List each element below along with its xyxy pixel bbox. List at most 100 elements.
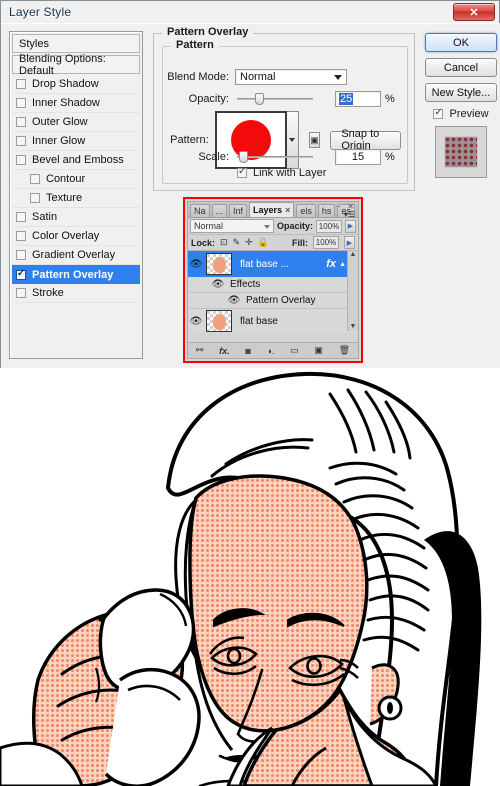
scale-slider-knob[interactable] xyxy=(239,151,248,163)
checkbox-preview[interactable] xyxy=(433,107,444,119)
new-layer-icon[interactable]: ▣ xyxy=(314,345,323,356)
opacity-input[interactable]: 25 xyxy=(335,91,381,107)
list-item[interactable]: 👁 Pattern Overlay xyxy=(188,293,358,309)
fx-icon[interactable]: fx xyxy=(326,258,336,270)
fill-stepper[interactable]: ▶ xyxy=(344,236,355,249)
panel-menu-icon[interactable]: ▾☰ xyxy=(344,210,355,219)
cancel-button[interactable]: Cancel xyxy=(425,58,497,77)
opacity-slider[interactable] xyxy=(237,93,313,105)
eye-icon[interactable]: 👁 xyxy=(188,259,204,270)
style-item-bevel-and-emboss[interactable]: Bevel and Emboss xyxy=(12,151,140,170)
scroll-down-icon[interactable]: ▼ xyxy=(348,323,358,330)
checkbox-bevel-and-emboss[interactable] xyxy=(16,155,26,165)
checkbox-stroke[interactable] xyxy=(16,288,26,298)
checkbox-inner-shadow[interactable] xyxy=(16,98,26,108)
style-item-stroke[interactable]: Stroke xyxy=(12,284,140,303)
checkbox-satin[interactable] xyxy=(16,212,26,222)
adjustment-icon[interactable]: ◑. xyxy=(267,346,275,356)
lock-all-icon[interactable]: 🔒 xyxy=(258,237,269,248)
scroll-up-icon[interactable]: ▲ xyxy=(348,251,358,258)
layer-thumbnail xyxy=(206,253,232,275)
tab-info[interactable]: Inf xyxy=(229,204,248,217)
lock-image-icon[interactable]: ✎ xyxy=(233,237,241,248)
style-item-color-overlay[interactable]: Color Overlay xyxy=(12,227,140,246)
tab-layers[interactable]: Layers × xyxy=(249,202,295,217)
fill-input[interactable]: 100% xyxy=(313,236,339,249)
style-item-pattern-overlay[interactable]: Pattern Overlay xyxy=(12,265,140,284)
layers-blend-row: Normal Opacity: 100% ▶ xyxy=(188,218,358,235)
mask-icon[interactable]: ◙ xyxy=(245,346,250,356)
checkbox-link-with-layer[interactable] xyxy=(237,166,247,178)
tab-paths[interactable]: hs xyxy=(317,204,336,217)
checkbox-drop-shadow[interactable] xyxy=(16,79,26,89)
blend-mode-label: Blend Mode: xyxy=(167,71,229,83)
scale-unit: % xyxy=(385,151,395,163)
eye-icon[interactable]: 👁 xyxy=(210,279,226,290)
eye-icon[interactable]: 👁 xyxy=(226,295,242,306)
eye-icon[interactable]: 👁 xyxy=(188,316,204,327)
style-label: Inner Glow xyxy=(32,135,86,147)
thumbnail-shape xyxy=(213,257,226,273)
styles-header[interactable]: Styles xyxy=(12,34,140,53)
preview-thumbnail xyxy=(435,126,487,178)
layers-panel-highlight: Na ... Inf Layers × els hs es – ✕ ▾☰ Nor… xyxy=(183,197,363,363)
checkbox-color-overlay[interactable] xyxy=(16,231,26,241)
blending-options-item[interactable]: Blending Options: Default xyxy=(12,53,140,77)
layers-scrollbar[interactable]: ▲ ▼ xyxy=(347,251,358,331)
style-label: Drop Shadow xyxy=(32,78,99,90)
close-button[interactable]: ✕ xyxy=(453,3,495,21)
style-item-drop-shadow[interactable]: Drop Shadow xyxy=(12,75,140,94)
lock-transparent-icon[interactable]: ⊡ xyxy=(220,237,228,248)
style-item-satin[interactable]: Satin xyxy=(12,208,140,227)
layers-panel-tabs: Na ... Inf Layers × els hs es – ✕ ▾☰ xyxy=(188,202,358,219)
checkbox-inner-glow[interactable] xyxy=(16,136,26,146)
scale-input[interactable]: 15 xyxy=(335,149,381,165)
list-item[interactable]: 👁 Effects xyxy=(188,277,358,293)
checkbox-texture[interactable] xyxy=(30,193,40,203)
layers-blend-mode-select[interactable]: Normal xyxy=(190,219,274,233)
tab-channels[interactable]: els xyxy=(296,204,316,217)
group-icon[interactable]: ▭ xyxy=(290,345,299,356)
snap-to-origin-button[interactable]: Snap to Origin xyxy=(330,128,401,152)
ok-button[interactable]: OK xyxy=(425,33,497,52)
link-icon[interactable]: ⚯ xyxy=(196,345,204,356)
preview-row[interactable]: Preview xyxy=(425,107,497,120)
close-icon[interactable]: × xyxy=(285,205,290,215)
pattern-overlay-group: Pattern Overlay Pattern Blend Mode: Norm… xyxy=(153,26,415,191)
style-label: Stroke xyxy=(32,287,64,299)
style-item-outer-glow[interactable]: Outer Glow xyxy=(12,113,140,132)
checkbox-outer-glow[interactable] xyxy=(16,117,26,127)
style-item-texture[interactable]: Texture xyxy=(12,189,140,208)
new-preset-button[interactable]: ▣ xyxy=(308,132,321,148)
new-style-button[interactable]: New Style... xyxy=(425,83,497,102)
layers-opacity-input[interactable]: 100% xyxy=(316,219,342,233)
style-item-inner-shadow[interactable]: Inner Shadow xyxy=(12,94,140,113)
checkbox-contour[interactable] xyxy=(30,174,40,184)
tab-navigator[interactable]: Na xyxy=(190,204,210,217)
table-row[interactable]: 👁 flat base xyxy=(188,309,358,333)
fx-icon[interactable]: fx. xyxy=(219,346,230,356)
chevron-up-icon[interactable]: ▲ xyxy=(339,261,346,268)
fill-label: Fill: xyxy=(292,237,308,248)
style-label: Inner Shadow xyxy=(32,97,100,109)
style-item-gradient-overlay[interactable]: Gradient Overlay xyxy=(12,246,140,265)
style-item-inner-glow[interactable]: Inner Glow xyxy=(12,132,140,151)
lock-label: Lock: xyxy=(191,237,216,248)
pattern-subgroup-title: Pattern xyxy=(171,39,219,51)
opacity-slider-knob[interactable] xyxy=(255,93,264,105)
scale-slider[interactable] xyxy=(237,151,313,163)
style-label: Pattern Overlay xyxy=(32,268,114,281)
table-row[interactable]: 👁 flat base ... fx ▲ xyxy=(188,251,358,277)
style-label: Satin xyxy=(32,211,58,223)
layers-opacity-stepper[interactable]: ▶ xyxy=(345,219,356,233)
checkbox-pattern-overlay[interactable] xyxy=(16,268,26,280)
link-with-layer-row[interactable]: Link with Layer xyxy=(237,166,326,179)
checkbox-gradient-overlay[interactable] xyxy=(16,250,26,260)
lock-position-icon[interactable]: ✛ xyxy=(245,237,253,248)
trash-icon[interactable]: 🗑 xyxy=(339,345,350,356)
blend-mode-select[interactable]: Normal xyxy=(235,69,347,85)
scale-slider-track xyxy=(237,156,313,158)
tab-histogram-alt[interactable]: ... xyxy=(211,204,228,217)
style-item-contour[interactable]: Contour xyxy=(12,170,140,189)
opacity-slider-track xyxy=(237,98,313,100)
